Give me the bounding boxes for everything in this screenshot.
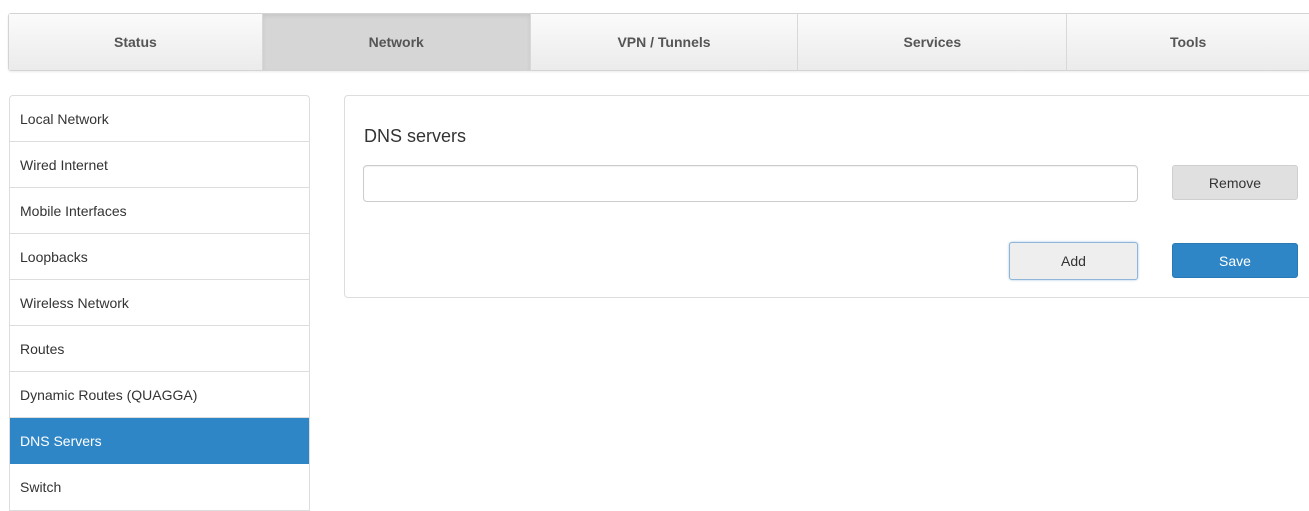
tab-network[interactable]: Network (262, 14, 531, 70)
sidebar-menu: Local Network Wired Internet Mobile Inte… (9, 95, 310, 511)
tab-status[interactable]: Status (9, 14, 263, 70)
dns-servers-panel: DNS servers Remove Add Save (344, 95, 1309, 298)
sidebar-item-switch[interactable]: Switch (10, 464, 309, 510)
sidebar-item-wireless-network[interactable]: Wireless Network (10, 280, 309, 326)
sidebar-item-mobile-interfaces[interactable]: Mobile Interfaces (10, 188, 309, 234)
remove-button[interactable]: Remove (1172, 165, 1298, 200)
tab-vpn-tunnels[interactable]: VPN / Tunnels (530, 14, 799, 70)
add-button[interactable]: Add (1009, 242, 1138, 280)
tab-tools[interactable]: Tools (1067, 14, 1309, 70)
sidebar-item-routes[interactable]: Routes (10, 326, 309, 372)
sidebar-item-dynamic-routes[interactable]: Dynamic Routes (QUAGGA) (10, 372, 309, 418)
sidebar-item-local-network[interactable]: Local Network (10, 96, 309, 142)
sidebar-item-dns-servers[interactable]: DNS Servers (10, 418, 309, 464)
top-navigation: Status Network VPN / Tunnels Services To… (8, 13, 1309, 71)
sidebar-item-wired-internet[interactable]: Wired Internet (10, 142, 309, 188)
save-button[interactable]: Save (1172, 243, 1298, 278)
tab-services[interactable]: Services (798, 14, 1068, 70)
sidebar-item-loopbacks[interactable]: Loopbacks (10, 234, 309, 280)
dns-server-input[interactable] (363, 165, 1138, 202)
panel-title: DNS servers (364, 126, 467, 146)
